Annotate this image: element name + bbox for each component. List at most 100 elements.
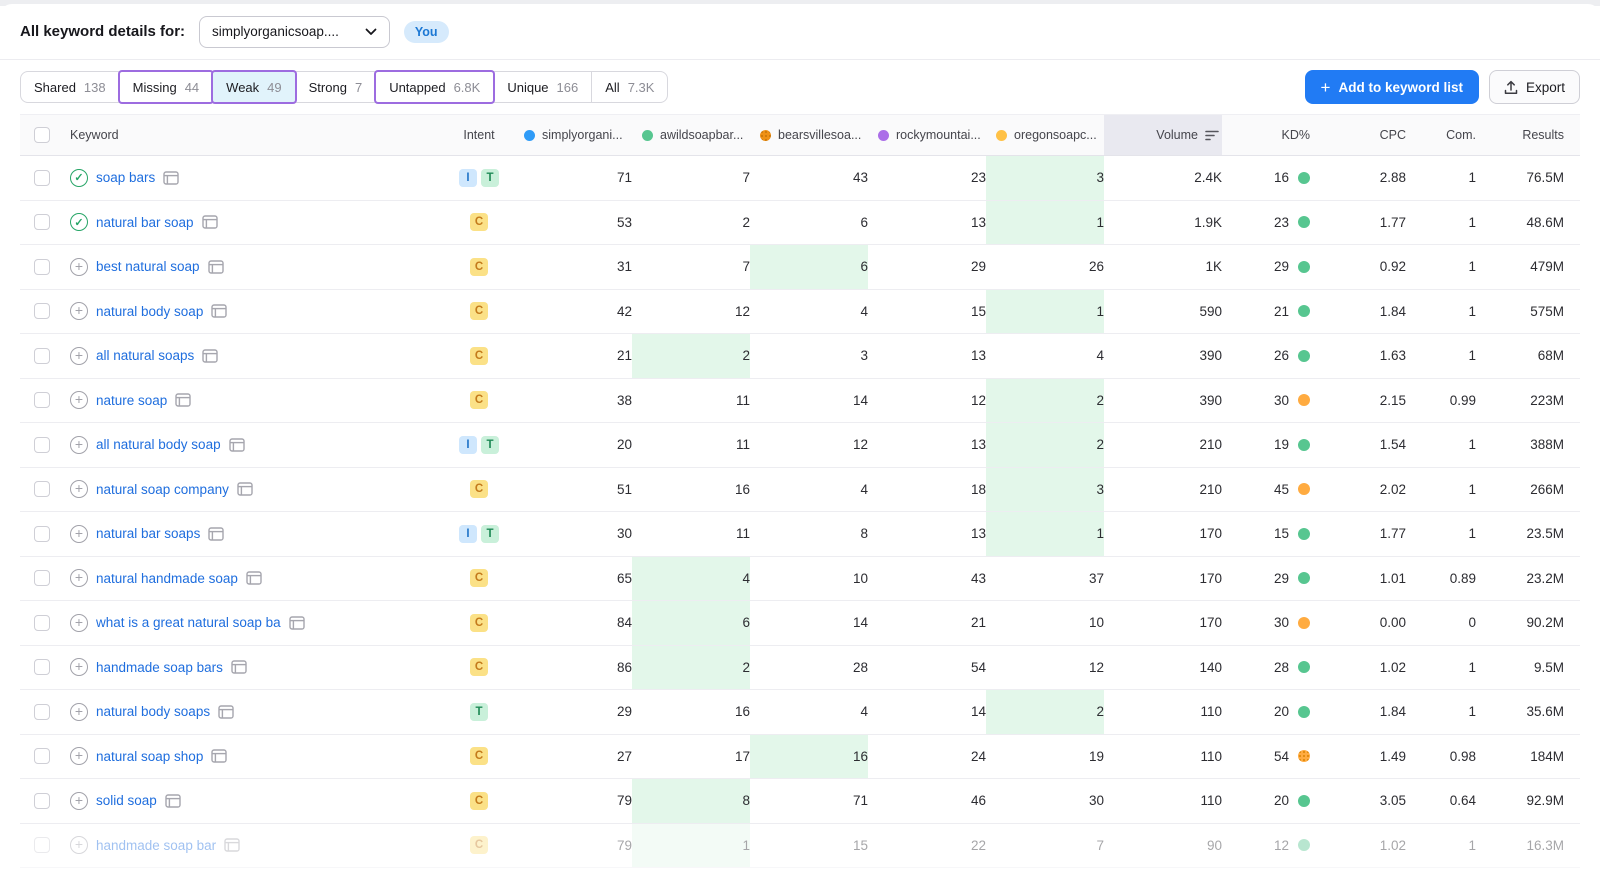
kd-difficulty-dot <box>1298 661 1310 673</box>
keyword-link[interactable]: natural soap company <box>96 482 229 497</box>
column-header-volume[interactable]: Volume <box>1104 115 1222 155</box>
serp-features-icon[interactable] <box>237 482 253 496</box>
row-checkbox[interactable] <box>34 259 50 275</box>
serp-features-icon[interactable] <box>208 527 224 541</box>
added-check-icon[interactable] <box>70 169 88 187</box>
column-header-com[interactable]: Com. <box>1406 115 1476 155</box>
domain-select[interactable]: simplyorganicsoap.... <box>199 16 390 48</box>
tab-count: 6.8K <box>454 80 481 95</box>
tab-all[interactable]: All 7.3K <box>591 71 668 103</box>
column-header-cpc[interactable]: CPC <box>1310 115 1406 155</box>
keyword-link[interactable]: all natural body soap <box>96 437 221 452</box>
competitor-domain: awildsoapbar... <box>660 128 743 142</box>
add-keyword-icon[interactable] <box>70 347 88 365</box>
keyword-link[interactable]: handmade soap bars <box>96 660 223 675</box>
serp-features-icon[interactable] <box>211 749 227 763</box>
serp-features-icon[interactable] <box>165 794 181 808</box>
row-checkbox[interactable] <box>34 214 50 230</box>
keyword-link[interactable]: solid soap <box>96 793 157 808</box>
serp-features-icon[interactable] <box>218 705 234 719</box>
keyword-link[interactable]: natural body soaps <box>96 704 210 719</box>
keyword-link[interactable]: best natural soap <box>96 259 200 274</box>
row-checkbox[interactable] <box>34 303 50 319</box>
position-cell: 20 <box>514 423 632 467</box>
serp-features-icon[interactable] <box>231 660 247 674</box>
keyword-link[interactable]: natural body soap <box>96 304 203 319</box>
added-check-icon[interactable] <box>70 213 88 231</box>
keyword-link[interactable]: what is a great natural soap ba <box>96 615 281 630</box>
position-cell: 42 <box>514 290 632 334</box>
tab-strong[interactable]: Strong 7 <box>295 71 377 103</box>
add-keyword-icon[interactable] <box>70 614 88 632</box>
column-header-competitor[interactable]: bearsvillesoa... <box>750 115 868 155</box>
column-header-results[interactable]: Results <box>1476 115 1580 155</box>
serp-features-icon[interactable] <box>246 571 262 585</box>
serp-features-icon[interactable] <box>289 616 305 630</box>
serp-features-icon[interactable] <box>224 838 240 852</box>
add-keyword-icon[interactable] <box>70 480 88 498</box>
add-keyword-icon[interactable] <box>70 792 88 810</box>
intent-badges: C <box>444 779 514 823</box>
tab-count: 7 <box>355 80 362 95</box>
add-keyword-icon[interactable] <box>70 836 88 854</box>
tab-unique[interactable]: Unique 166 <box>493 71 592 103</box>
keyword-link[interactable]: handmade soap bar <box>96 838 216 853</box>
add-to-keyword-list-button[interactable]: + Add to keyword list <box>1305 70 1479 104</box>
serp-features-icon[interactable] <box>163 171 179 185</box>
keyword-cell: what is a great natural soap ba <box>70 601 444 645</box>
column-header-kd[interactable]: KD% <box>1222 115 1310 155</box>
position-cell: 79 <box>514 824 632 868</box>
serp-features-icon[interactable] <box>175 393 191 407</box>
row-checkbox[interactable] <box>34 748 50 764</box>
volume-cell: 170 <box>1104 557 1222 601</box>
add-keyword-icon[interactable] <box>70 569 88 587</box>
column-header-competitor[interactable]: rockymountai... <box>868 115 986 155</box>
row-checkbox[interactable] <box>34 615 50 631</box>
column-header-competitor[interactable]: oregonsoapc... <box>986 115 1104 155</box>
keyword-link[interactable]: soap bars <box>96 170 155 185</box>
column-header-competitor[interactable]: simplyorgani... <box>514 115 632 155</box>
row-checkbox[interactable] <box>34 170 50 186</box>
add-keyword-icon[interactable] <box>70 703 88 721</box>
keyword-link[interactable]: natural soap shop <box>96 749 203 764</box>
export-button[interactable]: Export <box>1489 70 1580 104</box>
row-checkbox[interactable] <box>34 526 50 542</box>
add-keyword-icon[interactable] <box>70 747 88 765</box>
keyword-link[interactable]: natural handmade soap <box>96 571 238 586</box>
row-checkbox[interactable] <box>34 481 50 497</box>
position-cell: 6 <box>632 601 750 645</box>
serp-features-icon[interactable] <box>229 438 245 452</box>
column-header-competitor[interactable]: awildsoapbar... <box>632 115 750 155</box>
row-checkbox[interactable] <box>34 392 50 408</box>
row-checkbox[interactable] <box>34 570 50 586</box>
add-keyword-icon[interactable] <box>70 525 88 543</box>
intent-badge-C: C <box>470 391 488 409</box>
keyword-link[interactable]: nature soap <box>96 393 167 408</box>
tab-untapped[interactable]: Untapped 6.8K <box>375 71 494 103</box>
serp-features-icon[interactable] <box>202 215 218 229</box>
keyword-link[interactable]: all natural soaps <box>96 348 194 363</box>
tab-weak[interactable]: Weak 49 <box>212 71 295 103</box>
add-keyword-icon[interactable] <box>70 658 88 676</box>
keyword-link[interactable]: natural bar soap <box>96 215 194 230</box>
keyword-cell: soap bars <box>70 156 444 200</box>
serp-features-icon[interactable] <box>211 304 227 318</box>
add-keyword-icon[interactable] <box>70 436 88 454</box>
add-keyword-icon[interactable] <box>70 391 88 409</box>
row-checkbox[interactable] <box>34 348 50 364</box>
add-keyword-icon[interactable] <box>70 258 88 276</box>
serp-features-icon[interactable] <box>208 260 224 274</box>
row-checkbox[interactable] <box>34 659 50 675</box>
row-checkbox[interactable] <box>34 704 50 720</box>
volume-cell: 210 <box>1104 468 1222 512</box>
competitor-dot-icon <box>878 130 889 141</box>
row-checkbox[interactable] <box>34 437 50 453</box>
tab-missing[interactable]: Missing 44 <box>119 71 214 103</box>
row-checkbox[interactable] <box>34 793 50 809</box>
serp-features-icon[interactable] <box>202 349 218 363</box>
row-checkbox[interactable] <box>34 837 50 853</box>
tab-shared[interactable]: Shared 138 <box>20 71 120 103</box>
keyword-link[interactable]: natural bar soaps <box>96 526 200 541</box>
select-all-checkbox[interactable] <box>34 127 50 143</box>
add-keyword-icon[interactable] <box>70 302 88 320</box>
